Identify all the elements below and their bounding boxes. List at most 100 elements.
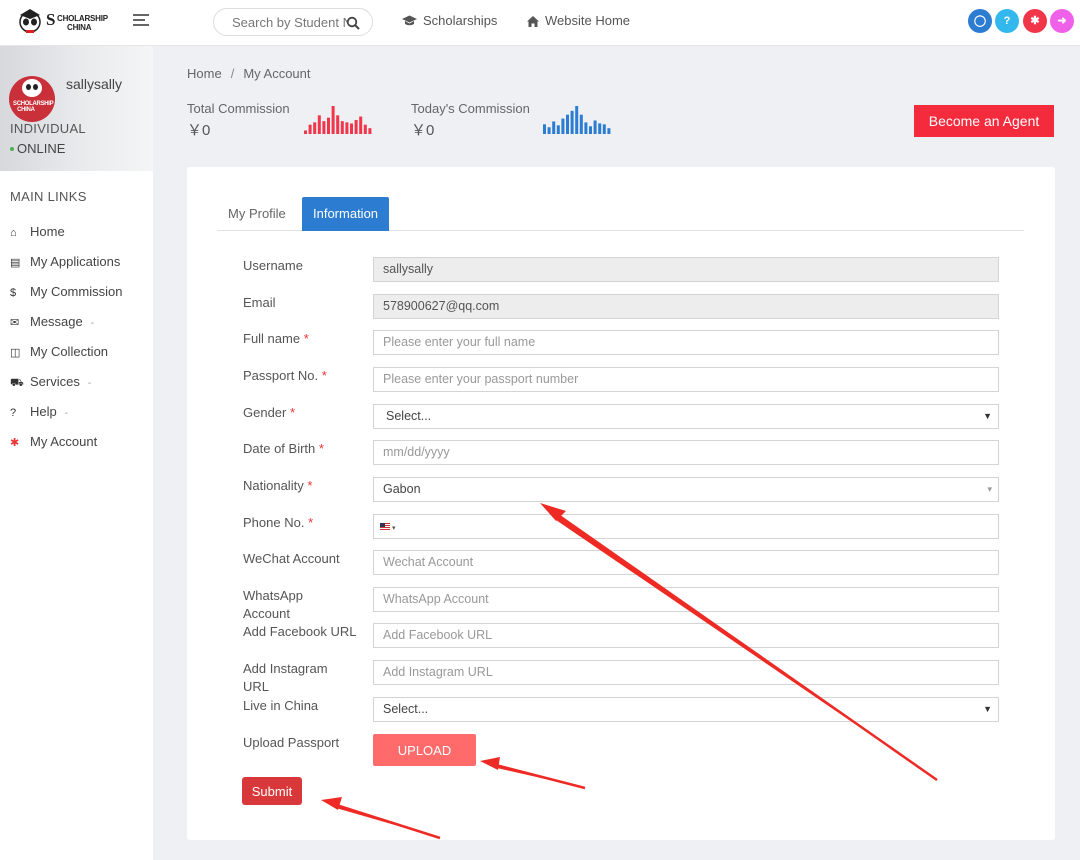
expand-caret-icon[interactable]: - <box>91 315 94 333</box>
email-field: 578900627@qq.com <box>373 294 999 319</box>
sparkline-bar <box>543 124 546 134</box>
panda-logo-icon <box>19 9 41 33</box>
sparkline-bar <box>593 120 597 134</box>
nationality-select[interactable]: Gabon ▾ <box>373 477 999 502</box>
submit-button[interactable]: Submit <box>242 777 302 805</box>
online-status: ONLINE <box>10 141 65 156</box>
wechat-label: WeChat Account <box>243 551 340 566</box>
avatar[interactable]: SCHOLARSHIP CHINA <box>9 76 55 122</box>
top-bar: S CHOLARSHIPCHINA Scholarships Website H… <box>0 0 1080 46</box>
sidebar-item-label: Home <box>30 224 65 239</box>
phone-label: Phone No. * <box>243 515 314 530</box>
gear-icon[interactable]: ✱ <box>1023 9 1047 33</box>
search-input[interactable] <box>232 15 348 30</box>
whatsapp-field[interactable]: WhatsApp Account <box>373 587 999 612</box>
logout-icon[interactable]: ➜ <box>1050 9 1074 33</box>
sparkline-bar <box>340 121 344 134</box>
profile-tabs: My Profile Information <box>217 197 1024 231</box>
gender-select[interactable]: Select... ▼ <box>373 404 999 429</box>
expand-caret-icon[interactable]: - <box>88 375 91 393</box>
sparkline-bar <box>331 106 335 134</box>
sparkline-bar <box>363 124 367 134</box>
chevron-down-icon: ▼ <box>983 704 992 714</box>
sidebar-item-help[interactable]: ? Help - <box>10 403 122 433</box>
sidebar: SCHOLARSHIP CHINA sallysally INDIVIDUAL … <box>0 46 153 860</box>
today-commission-sparkline <box>543 106 611 134</box>
user-type: INDIVIDUAL <box>10 121 86 136</box>
live-in-china-select[interactable]: Select... ▼ <box>373 697 999 722</box>
passport-no-label: Passport No. * <box>243 368 327 383</box>
sidebar-item-label: My Account <box>30 434 98 449</box>
sparkline-bar <box>327 117 330 134</box>
status-dot-icon <box>10 147 14 151</box>
sidebar-item-services[interactable]: ⛟ Services - <box>10 373 122 403</box>
upload-passport-label: Upload Passport <box>243 735 340 750</box>
nav-website-home[interactable]: Website Home <box>527 13 630 28</box>
sparkline-bar <box>575 106 579 134</box>
sparkline-bar <box>359 116 363 134</box>
sidebar-username: sallysally <box>66 76 123 92</box>
expand-caret-icon[interactable]: - <box>65 405 68 423</box>
sidebar-item-my-collection[interactable]: ◫ My Collection <box>10 343 122 373</box>
total-commission-label: Total Commission <box>187 101 290 116</box>
sparkline-bar <box>350 123 353 134</box>
sidebar-item-home[interactable]: ⌂ Home <box>10 223 122 253</box>
become-agent-button[interactable]: Become an Agent <box>914 105 1054 137</box>
today-commission-value: ￥0 <box>411 122 435 139</box>
nav-scholarships[interactable]: Scholarships <box>402 13 497 28</box>
username-field: sallysally <box>373 257 999 282</box>
sparkline-bar <box>304 130 307 134</box>
chevron-down-icon: ▾ <box>987 484 992 494</box>
sparkline-bar <box>598 123 602 134</box>
dob-field[interactable]: mm/dd/yyyy <box>373 440 999 465</box>
tab-my-profile[interactable]: My Profile <box>217 197 297 231</box>
breadcrumb: Home / My Account <box>187 66 311 81</box>
sparkline-bar <box>354 120 358 134</box>
sidebar-item-message[interactable]: ✉ Message - <box>10 313 122 343</box>
email-label: Email <box>243 295 276 310</box>
sidebar-menu: ⌂ Home ▤ My Applications $ My Commission ✉ Mess… <box>10 223 122 463</box>
facebook-field[interactable]: Add Facebook URL <box>373 623 999 648</box>
whatsapp-label: WhatsApp Account <box>243 588 303 621</box>
help-icon[interactable]: ? <box>995 9 1019 33</box>
sidebar-item-label: Help <box>30 404 57 419</box>
sidebar-item-my-commission[interactable]: $ My Commission <box>10 283 122 313</box>
sparkline-bar <box>317 115 321 134</box>
instagram-field[interactable]: Add Instagram URL <box>373 660 999 685</box>
sparkline-bar <box>552 121 556 134</box>
graduation-cap-icon <box>402 15 417 26</box>
us-flag-icon[interactable] <box>380 523 390 530</box>
sidebar-item-my-account[interactable]: ✱ My Account <box>10 433 122 463</box>
menu-toggle-icon[interactable] <box>133 14 149 26</box>
chat-icon[interactable]: ◯ <box>968 9 992 33</box>
upload-passport-button[interactable]: UPLOAD <box>373 734 476 766</box>
logo[interactable]: S CHOLARSHIP CHINA <box>16 6 116 38</box>
envelope-icon: ✉ <box>10 317 20 329</box>
total-commission-sparkline <box>304 106 372 134</box>
logo-initial: S <box>46 10 56 29</box>
sparkline-bar <box>607 128 611 134</box>
sparkline-bar <box>602 124 606 134</box>
sidebar-item-label: Message <box>30 314 83 329</box>
sidebar-item-label: My Commission <box>30 284 123 299</box>
sidebar-section-title: MAIN LINKS <box>10 189 87 204</box>
passport-no-field[interactable]: Please enter your passport number <box>373 367 999 392</box>
full-name-field[interactable]: Please enter your full name <box>373 330 999 355</box>
sparkline-bar <box>566 114 569 134</box>
phone-field[interactable]: ▾ <box>373 514 999 539</box>
search-icon[interactable] <box>346 16 360 30</box>
wechat-field[interactable]: Wechat Account <box>373 550 999 575</box>
sidebar-item-label: Services <box>30 374 80 389</box>
live-in-china-label: Live in China <box>243 698 319 713</box>
username-label: Username <box>243 258 303 273</box>
sparkline-bar <box>308 124 312 134</box>
today-commission-label: Today's Commission <box>411 101 530 116</box>
sparkline-bar <box>322 121 326 134</box>
sidebar-item-my-applications[interactable]: ▤ My Applications <box>10 253 122 283</box>
facebook-label: Add Facebook URL <box>243 624 357 639</box>
breadcrumb-home[interactable]: Home <box>187 66 222 81</box>
nationality-label: Nationality * <box>243 478 313 493</box>
question-icon: ? <box>10 407 17 419</box>
tab-information[interactable]: Information <box>302 197 390 231</box>
sparkline-bar <box>570 110 574 134</box>
